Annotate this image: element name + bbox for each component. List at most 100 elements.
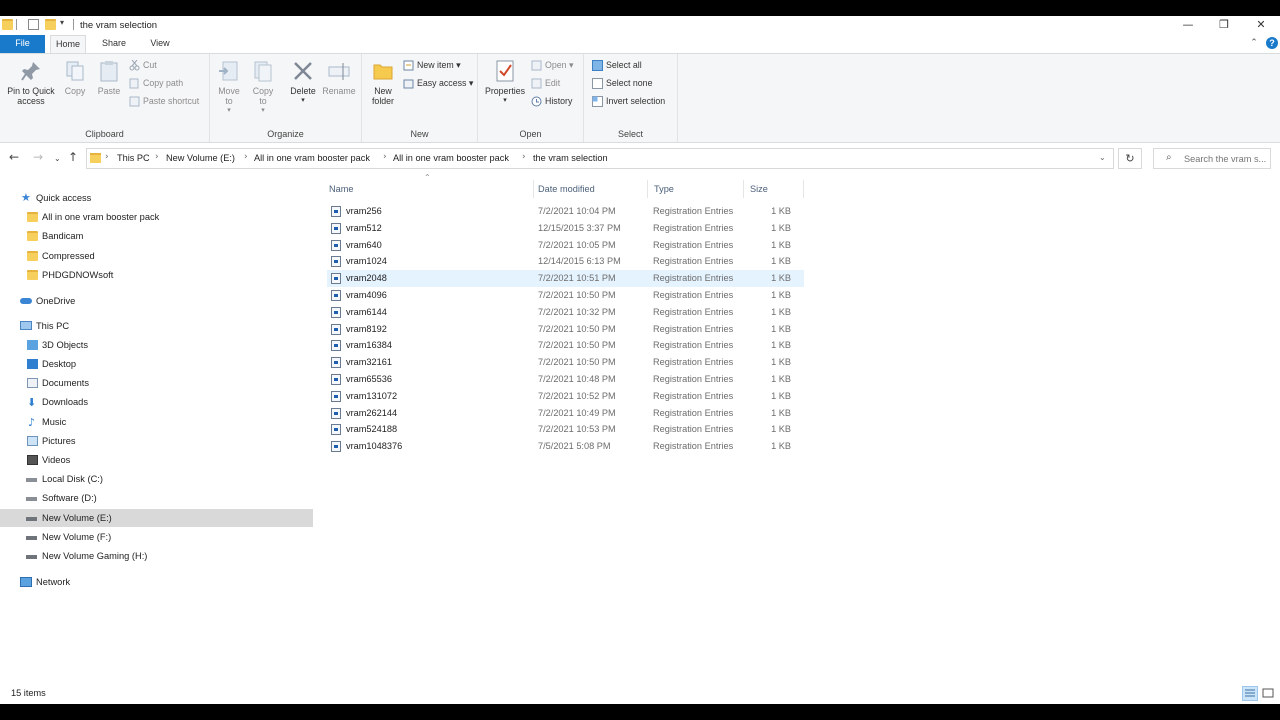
column-header-type[interactable]: Type [648,180,744,198]
table-row[interactable]: vram131072 7/2/2021 10:52 PM Registration … [327,388,804,405]
table-row[interactable]: vram4096 7/2/2021 10:50 PM Registration En… [327,287,804,304]
refresh-icon[interactable]: ↻ [1118,148,1142,169]
minimize-button[interactable]: — [1170,16,1206,34]
table-row[interactable]: vram1048376 7/5/2021 5:08 PM Registration … [327,438,804,455]
nav-quick-item-phdgdnowsoft[interactable]: PHDGDNOWsoft [0,266,313,284]
nav-videos[interactable]: Videos [0,451,313,469]
breadcrumb-new-volume-e[interactable]: New Volume (E:) [166,153,235,163]
table-row[interactable]: vram524188 7/2/2021 10:53 PM Registration … [327,421,804,438]
open-button[interactable]: Open ▾ [531,58,573,73]
invert-selection-button[interactable]: Invert selection [592,94,665,109]
close-button[interactable]: ✕ [1243,16,1279,34]
breadcrumb-current-folder[interactable]: the vram selection [533,153,608,163]
maximize-button[interactable]: ❐ [1206,16,1242,34]
nav-music[interactable]: ♪ Music [0,413,313,431]
table-row[interactable]: vram6144 7/2/2021 10:32 PM Registration En… [327,304,804,321]
nav-quick-item-bandicam[interactable]: Bandicam [0,227,313,245]
tab-file[interactable]: File [0,35,45,53]
new-item-label: New item ▾ [417,60,461,70]
breadcrumb-vram-pack[interactable]: All in one vram booster pack [254,153,370,163]
copy-to-button[interactable]: Copy to ▾ [248,59,278,116]
help-icon[interactable]: ? [1266,37,1278,49]
table-row[interactable]: vram512 12/15/2015 3:37 PM Registration En… [327,220,804,237]
recent-locations-icon[interactable]: ⌄ [54,153,61,165]
properties-button[interactable]: Properties ▾ [482,59,528,106]
table-row[interactable]: vram65536 7/2/2021 10:48 PM Registration E… [327,371,804,388]
nav-quick-access[interactable]: ★ Quick access [0,189,313,207]
search-box[interactable]: ⌕ [1153,148,1271,169]
new-folder-button[interactable]: New folder [366,59,400,106]
pin-quick-access-button[interactable]: Pin to Quick access [4,59,58,106]
table-row[interactable]: vram1024 12/14/2015 6:13 PM Registration E… [327,253,804,270]
nav-new-volume-gaming-h[interactable]: New Volume Gaming (H:) [0,547,313,565]
nav-pictures[interactable]: Pictures [0,432,313,450]
paste-shortcut-label: Paste shortcut [143,96,200,106]
search-input[interactable] [1184,152,1268,166]
column-header-size[interactable]: Size [744,180,804,198]
properties-icon[interactable] [28,19,39,30]
table-row[interactable]: vram32161 7/2/2021 10:50 PM Registration E… [327,354,804,371]
table-row[interactable]: vram256 7/2/2021 10:04 PM Registration Ent… [327,203,804,220]
table-row[interactable]: vram262144 7/2/2021 10:49 PM Registration … [327,405,804,422]
history-icon [531,96,542,107]
paste-button[interactable]: Paste [94,59,124,96]
nav-3d-objects[interactable]: 3D Objects [0,336,313,354]
column-header-name[interactable]: Name [323,180,534,198]
open-icon [531,60,542,71]
nav-new-volume-e[interactable]: New Volume (E:) [0,509,313,527]
forward-arrow-icon[interactable]: → [33,151,43,163]
collapse-ribbon-icon[interactable]: ⌃ [1248,35,1260,53]
nav-new-volume-f[interactable]: New Volume (F:) [0,528,313,546]
nav-downloads[interactable]: ⬇ Downloads [0,393,313,411]
tab-share[interactable]: Share [96,35,132,53]
large-icons-view-icon[interactable] [1260,686,1276,701]
address-bar[interactable]: › This PC › New Volume (E:) › All in one… [86,148,1114,169]
details-view-icon[interactable] [1242,686,1258,701]
file-type: Registration Entries [653,222,734,233]
tab-view[interactable]: View [142,35,178,53]
paste-shortcut-button[interactable]: Paste shortcut [129,94,199,109]
delete-button[interactable]: Delete ▾ [286,59,320,106]
copy-path-button[interactable]: Copy path [129,76,183,91]
nav-software-d[interactable]: Software (D:) [0,489,313,507]
breadcrumb-this-pc[interactable]: This PC [117,153,150,163]
move-to-button[interactable]: Move to ▾ [214,59,244,116]
up-arrow-icon[interactable]: ↑ [68,151,78,163]
customize-toolbar-icon[interactable]: ▾ [60,18,71,29]
nav-onedrive[interactable]: OneDrive [0,292,313,310]
file-date-modified: 7/5/2021 5:08 PM [538,441,611,452]
rename-button[interactable]: Rename [322,59,356,96]
nav-desktop[interactable]: Desktop [0,355,313,373]
copy-button[interactable]: Copy [60,59,90,96]
registry-file-icon [331,424,341,436]
nav-item-label: Local Disk (C:) [42,474,103,484]
column-header-date-modified[interactable]: Date modified [532,180,648,198]
select-all-label: Select all [606,60,642,70]
breadcrumb-vram-pack-inner[interactable]: All in one vram booster pack [393,153,509,163]
table-row[interactable]: vram16384 7/2/2021 10:50 PM Registration E… [327,337,804,354]
table-row[interactable]: vram2048 7/2/2021 10:51 PM Registration En… [327,270,804,288]
cut-button[interactable]: Cut [129,58,157,73]
documents-icon [27,378,38,388]
chevron-right-icon: › [105,152,109,162]
easy-access-button[interactable]: Easy access ▾ [403,76,473,91]
nav-documents[interactable]: Documents [0,374,313,392]
edit-button[interactable]: Edit [531,76,560,91]
nav-this-pc[interactable]: This PC [0,317,313,335]
easy-access-label: Easy access ▾ [417,78,474,88]
nav-quick-item-compressed[interactable]: Compressed [0,247,313,265]
select-none-button[interactable]: Select none [592,76,652,91]
back-arrow-icon[interactable]: ← [9,151,19,163]
new-item-button[interactable]: New item ▾ [403,58,461,73]
history-button[interactable]: History [531,94,572,109]
nav-local-disk-c[interactable]: Local Disk (C:) [0,470,313,488]
nav-quick-item-vram-pack[interactable]: All in one vram booster pack [0,208,313,226]
nav-network[interactable]: Network [0,573,313,591]
nav-item-label: Desktop [42,359,77,369]
table-row[interactable]: vram640 7/2/2021 10:05 PM Registration Ent… [327,237,804,254]
address-dropdown-icon[interactable]: ⌄ [1099,153,1106,162]
select-all-button[interactable]: Select all [592,58,642,73]
table-row[interactable]: vram8192 7/2/2021 10:50 PM Registration En… [327,321,804,338]
new-folder-icon[interactable] [45,19,56,30]
tab-home[interactable]: Home [50,35,86,53]
